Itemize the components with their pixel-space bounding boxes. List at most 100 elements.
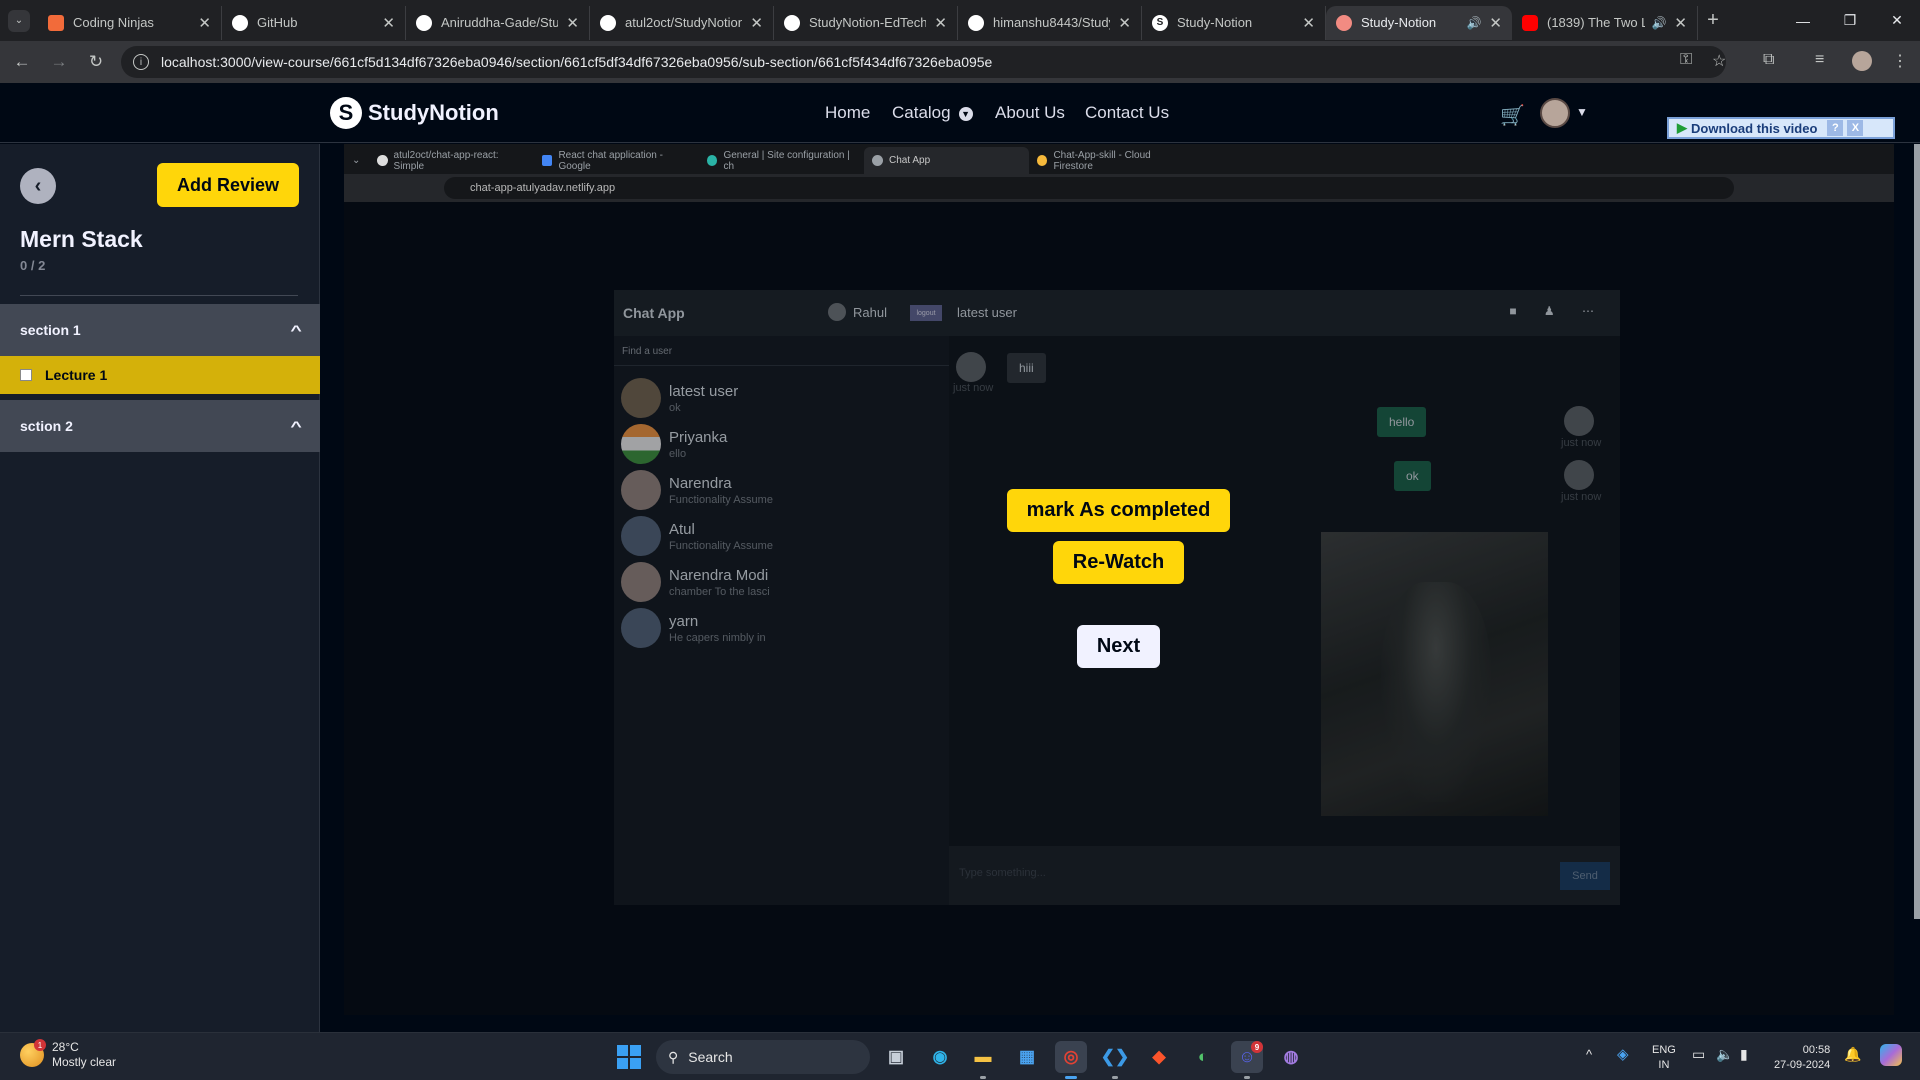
browser-tab[interactable]: Aniruddha-Gade/Stu ✕	[406, 5, 590, 40]
close-tab-icon[interactable]: ✕	[198, 14, 211, 32]
profile-avatar-icon[interactable]	[1852, 51, 1872, 71]
back-arrow-icon[interactable]: ←	[7, 47, 37, 77]
next-button[interactable]: Next	[1077, 625, 1160, 668]
file-explorer-icon[interactable]: ▬	[967, 1041, 999, 1073]
brave-icon[interactable]: ◆	[1143, 1041, 1175, 1073]
vscode-icon[interactable]: ❮❯	[1099, 1041, 1131, 1073]
chat-last-message: He capers nimbly in	[669, 631, 766, 644]
network-icon[interactable]: ▭	[1692, 1046, 1705, 1063]
close-tab-icon[interactable]: ✕	[750, 14, 763, 32]
nav-contact[interactable]: Contact Us	[1085, 103, 1169, 123]
message-bubble: ok	[1394, 461, 1431, 491]
taskbar-search[interactable]: ⚲ Search	[656, 1040, 870, 1074]
browser-tab[interactable]: Coding Ninjas ✕	[38, 5, 222, 40]
section-title: section 1	[20, 322, 81, 338]
browser-toolbar: ← → ↻ i localhost:3000/view-course/661cf…	[0, 41, 1920, 83]
section-header[interactable]: section 1 ^	[0, 304, 320, 356]
close-tab-icon[interactable]: ✕	[934, 14, 947, 32]
soldier-figure	[1381, 582, 1491, 802]
section-header[interactable]: sction 2 ^	[0, 400, 320, 452]
rewatch-button[interactable]: Re-Watch	[1053, 541, 1184, 584]
studynotion-logo[interactable]: S StudyNotion	[330, 97, 499, 129]
discord-icon[interactable]: ☺ 9	[1231, 1041, 1263, 1073]
studynotion-icon: S	[1152, 14, 1168, 31]
reload-icon[interactable]: ↻	[81, 47, 111, 77]
task-view-icon[interactable]: ▣	[880, 1041, 912, 1073]
lecture-checkbox[interactable]	[20, 369, 32, 381]
language-indicator[interactable]: ENG IN	[1652, 1043, 1676, 1073]
edge-icon[interactable]: ◉	[924, 1041, 956, 1073]
github-desktop-icon[interactable]: ◍	[1275, 1041, 1307, 1073]
browser-tab[interactable]: GitHub ✕	[222, 5, 406, 40]
clock-time: 00:58	[1802, 1044, 1831, 1056]
chat-header: latest user ■ ♟ ⋯	[949, 290, 1620, 336]
tab-title: atul2oct/StudyNotion	[625, 15, 743, 30]
download-video-button[interactable]: ▶ Download this video ? X	[1667, 117, 1895, 139]
download-video-label: Download this video	[1691, 120, 1818, 136]
media-control-icon[interactable]: ≡	[1815, 51, 1824, 69]
chat-list-item: yarn He capers nimbly in	[614, 600, 949, 656]
browser-tab-active[interactable]: Study-Notion 🔊 ✕	[1326, 5, 1512, 40]
app-icon[interactable]: ◐	[1187, 1041, 1219, 1073]
copilot-icon[interactable]	[1880, 1044, 1902, 1066]
more-menu-icon[interactable]: ⋮	[1892, 51, 1908, 71]
close-tab-icon[interactable]: ✕	[1302, 14, 1315, 32]
google-docs-icon	[542, 155, 553, 166]
nav-catalog[interactable]: Catalog ▼	[892, 103, 973, 123]
user-avatar[interactable]	[1540, 98, 1570, 128]
close-tab-icon[interactable]: ✕	[1489, 14, 1502, 32]
weather-widget[interactable]: 1 28°C Mostly clear	[20, 1039, 116, 1070]
browser-tab[interactable]: himanshu8443/Study ✕	[958, 5, 1142, 40]
cart-icon[interactable]: 🛒	[1500, 103, 1525, 128]
volume-icon[interactable]: 🔈	[1716, 1046, 1733, 1063]
close-tab-icon[interactable]: ✕	[1674, 14, 1687, 32]
minimize-icon[interactable]: —	[1780, 0, 1826, 41]
video-browser-tab: React chat application - Google	[534, 147, 699, 174]
nav-about[interactable]: About Us	[995, 103, 1065, 123]
github-icon	[968, 14, 984, 31]
close-tab-icon[interactable]: ✕	[1118, 14, 1131, 32]
bookmark-star-icon[interactable]: ☆	[1712, 51, 1726, 71]
restore-icon[interactable]: ❐	[1827, 0, 1873, 41]
new-tab-icon[interactable]: +	[1698, 9, 1728, 32]
close-window-icon[interactable]: ✕	[1874, 0, 1920, 41]
notification-bell-icon[interactable]: 🔔	[1844, 1046, 1861, 1063]
tab-title: (1839) The Two Li	[1547, 15, 1646, 30]
url-text: localhost:3000/view-course/661cf5d134df6…	[161, 54, 993, 70]
browser-tab[interactable]: atul2oct/StudyNotion ✕	[590, 5, 774, 40]
close-tab-icon[interactable]: ✕	[382, 14, 395, 32]
close-tab-icon[interactable]: ✕	[566, 14, 579, 32]
course-sidebar: ‹ Add Review Mern Stack 0 / 2 section 1 …	[0, 144, 320, 1032]
message-bubble: hiii	[1007, 353, 1046, 383]
microsoft-store-icon[interactable]: ▦	[1011, 1041, 1043, 1073]
close-icon[interactable]: X	[1847, 120, 1864, 136]
system-clock[interactable]: 00:58 27-09-2024	[1774, 1043, 1830, 1073]
windows-taskbar: 1 28°C Mostly clear ⚲ Search ▣ ◉ ▬ ▦ ◎ ❮❯…	[0, 1032, 1920, 1080]
back-button[interactable]: ‹	[20, 168, 56, 204]
extensions-icon[interactable]: ⧉	[1763, 51, 1774, 69]
browser-tab[interactable]: (1839) The Two Li 🔊 ✕	[1512, 5, 1698, 40]
speaker-icon[interactable]: 🔊	[1466, 16, 1481, 30]
browser-tab[interactable]: S Study-Notion ✕	[1142, 5, 1326, 40]
battery-icon[interactable]: ▮	[1740, 1046, 1748, 1063]
help-icon[interactable]: ?	[1827, 120, 1844, 136]
password-key-icon[interactable]: ⚿	[1680, 51, 1692, 69]
add-review-button[interactable]: Add Review	[157, 163, 299, 207]
nav-home[interactable]: Home	[825, 103, 870, 123]
video-browser-tab: atul2oct/chat-app-react: Simple	[369, 147, 534, 174]
forward-arrow-icon[interactable]: →	[44, 47, 74, 77]
lecture-item[interactable]: Lecture 1	[0, 356, 320, 394]
page-scrollbar[interactable]	[1914, 144, 1920, 919]
speaker-icon[interactable]: 🔊	[1651, 16, 1666, 30]
tray-chevron-up-icon[interactable]: ^	[1586, 1047, 1592, 1062]
address-bar[interactable]: i localhost:3000/view-course/661cf5d134d…	[121, 46, 1726, 78]
tray-app-icon[interactable]: ◈	[1617, 1045, 1629, 1063]
site-info-icon[interactable]: i	[133, 54, 149, 70]
chevron-up-icon: ^	[290, 418, 302, 434]
windows-start-icon[interactable]	[617, 1045, 641, 1069]
browser-tab[interactable]: StudyNotion-EdTech- ✕	[774, 5, 958, 40]
chrome-icon[interactable]: ◎	[1055, 1041, 1087, 1073]
mark-as-completed-button[interactable]: mark As completed	[1007, 489, 1230, 532]
tab-search-dropdown-icon[interactable]: ⌄	[8, 9, 30, 32]
caret-down-icon[interactable]: ▼	[1576, 105, 1588, 119]
